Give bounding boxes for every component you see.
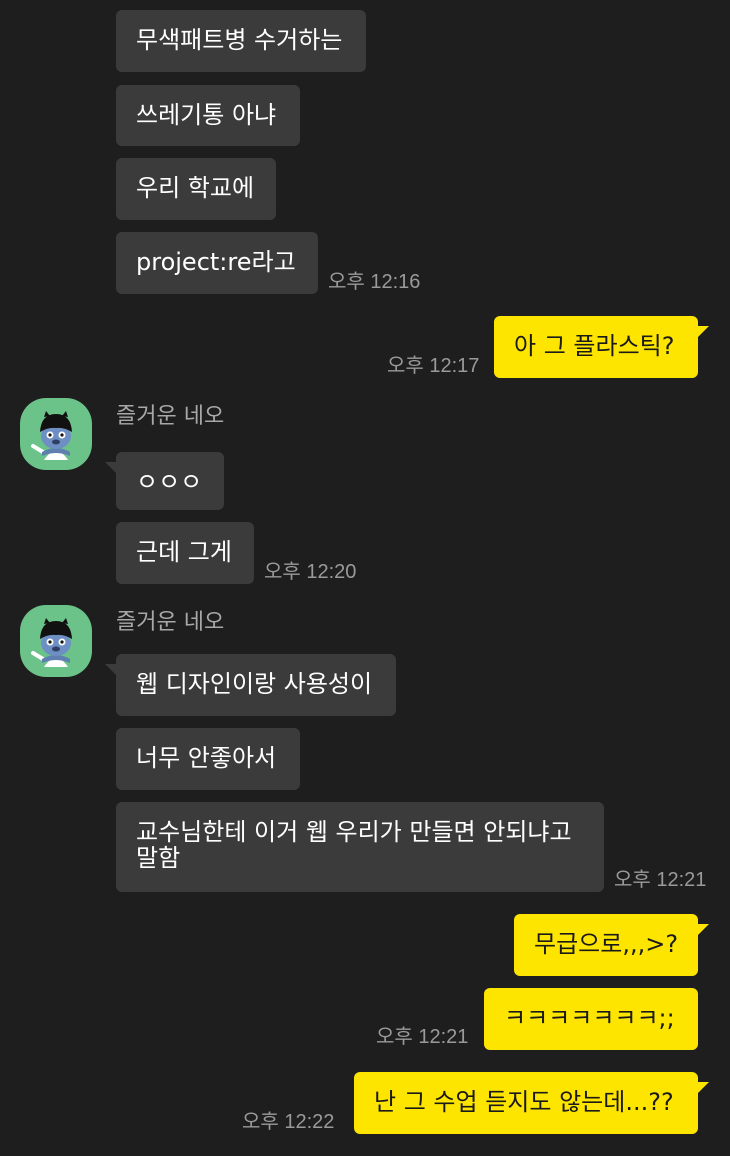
- message-bubble[interactable]: 쓰레기통 아냐: [116, 85, 300, 146]
- avatar[interactable]: [20, 605, 92, 677]
- message-bubble-outgoing[interactable]: 무급으로,,,>?: [514, 914, 698, 976]
- message-timestamp: 오후 12:22: [242, 1111, 335, 1133]
- bubble-tail: [695, 924, 709, 938]
- sender-name: 즐거운 네오: [116, 404, 225, 429]
- bubble-tail: [695, 1082, 709, 1096]
- message-bubble[interactable]: 너무 안좋아서: [116, 728, 300, 790]
- character-avatar-icon: [20, 605, 92, 677]
- bubble-tail: [695, 326, 709, 340]
- message-bubble[interactable]: 근데 그게: [116, 522, 254, 584]
- message-bubble[interactable]: 무색패트병 수거하는: [116, 10, 366, 72]
- sender-name: 즐거운 네오: [116, 610, 225, 635]
- message-bubble[interactable]: 교수님한테 이거 웹 우리가 만들면 안되냐고 말함: [116, 802, 604, 892]
- message-timestamp: 오후 12:21: [614, 869, 707, 891]
- character-avatar-icon: [20, 398, 92, 470]
- message-bubble-outgoing[interactable]: 아 그 플라스틱?: [494, 316, 698, 378]
- message-timestamp: 오후 12:21: [376, 1026, 469, 1048]
- message-timestamp: 오후 12:16: [328, 271, 421, 293]
- avatar[interactable]: [20, 398, 92, 470]
- message-bubble[interactable]: project:re라고: [116, 232, 318, 294]
- message-bubble[interactable]: 우리 학교에: [116, 158, 276, 220]
- message-bubble[interactable]: 웹 디자인이랑 사용성이: [116, 654, 396, 716]
- message-bubble[interactable]: ㅇㅇㅇ: [116, 452, 224, 510]
- message-timestamp: 오후 12:17: [387, 355, 480, 377]
- message-bubble-outgoing[interactable]: ㅋㅋㅋㅋㅋㅋㅋ;;: [484, 988, 698, 1050]
- message-bubble-outgoing[interactable]: 난 그 수업 듣지도 않는데...??: [354, 1072, 698, 1134]
- message-timestamp: 오후 12:20: [264, 561, 357, 583]
